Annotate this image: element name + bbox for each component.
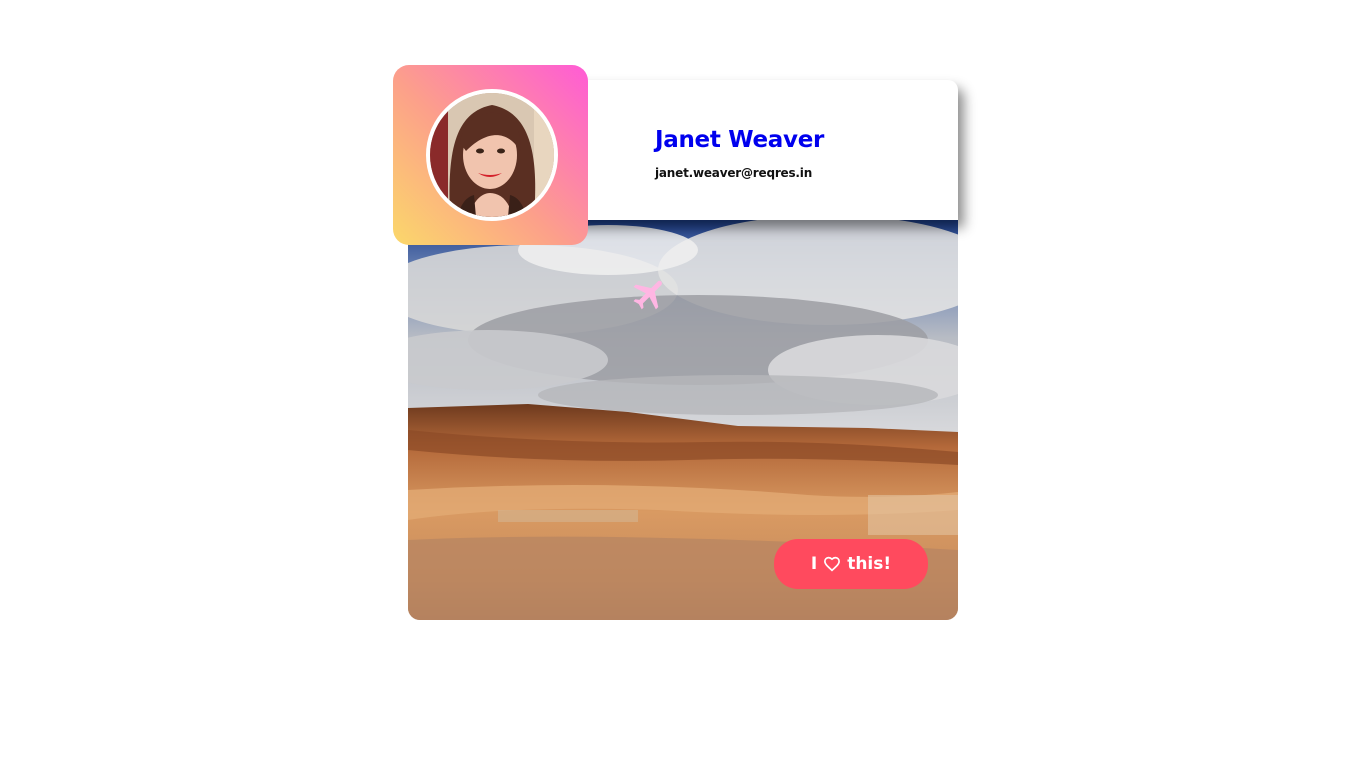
like-button-prefix: I — [810, 554, 818, 574]
avatar — [426, 89, 558, 221]
like-button-suffix: this! — [847, 554, 892, 574]
profile-name: Janet Weaver — [655, 127, 825, 153]
like-button[interactable]: I this! — [774, 539, 928, 589]
avatar-frame — [393, 65, 588, 245]
avatar-image — [430, 93, 554, 217]
profile-email: janet.weaver@reqres.in — [655, 166, 813, 180]
profile-card: Janet Weaver janet.weaver@reqres.in I th… — [393, 65, 958, 620]
heart-outline-icon — [824, 556, 841, 572]
airplane-icon — [633, 280, 662, 310]
